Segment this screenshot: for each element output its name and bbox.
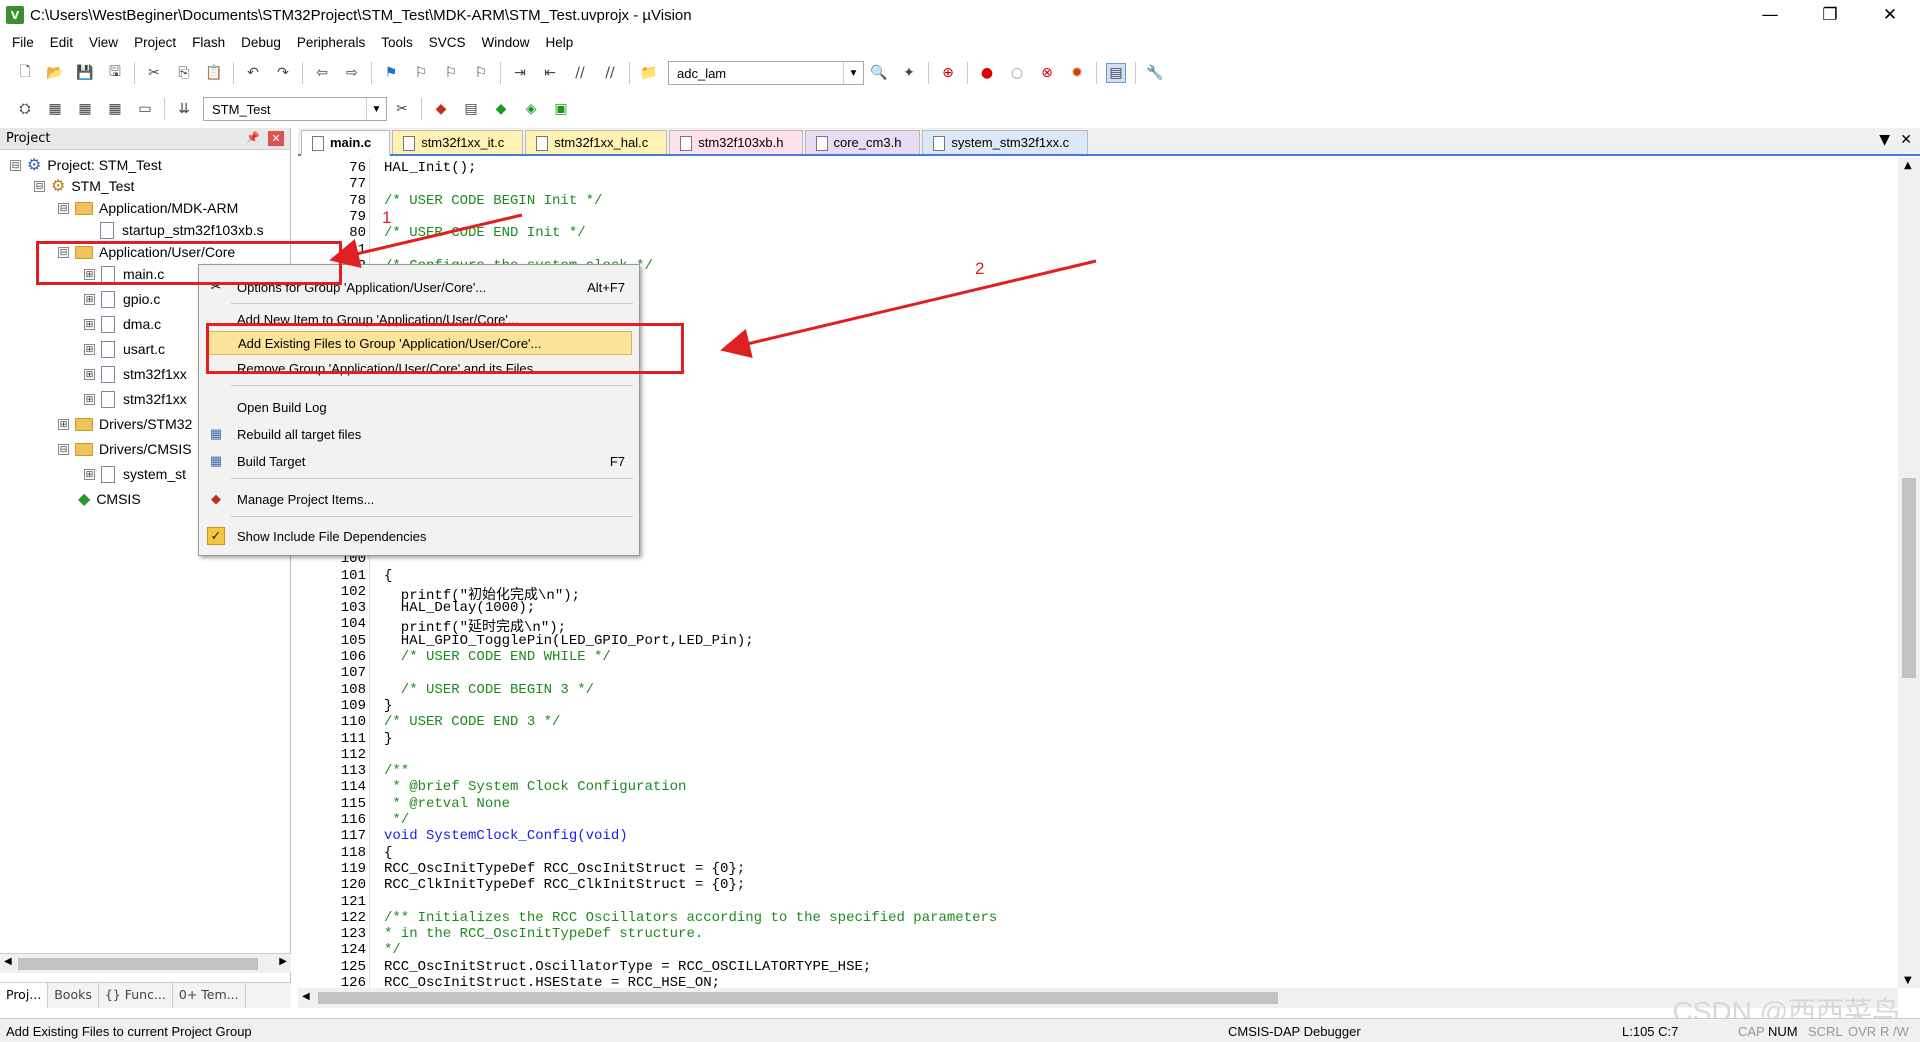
status-message: Add Existing Files to current Project Gr… xyxy=(6,1024,252,1039)
status-rw: R /W xyxy=(1880,1024,1909,1039)
status-caps: CAP xyxy=(1738,1024,1765,1039)
status-scrl: SCRL xyxy=(1808,1024,1843,1039)
status-num: NUM xyxy=(1768,1024,1798,1039)
status-cursor-position: L:105 C:7 xyxy=(1622,1024,1679,1039)
annotation-label-2: 2 xyxy=(975,259,985,278)
annotation-label-1: 1 xyxy=(382,208,392,227)
status-bar: Add Existing Files to current Project Gr… xyxy=(0,1018,1920,1042)
annotation-arrow-1 xyxy=(329,213,523,269)
annotation-arrow-2 xyxy=(720,259,1097,359)
status-ovr: OVR xyxy=(1848,1024,1877,1039)
status-debugger: CMSIS-DAP Debugger xyxy=(1228,1024,1361,1039)
annotation-arrows xyxy=(329,213,1097,359)
